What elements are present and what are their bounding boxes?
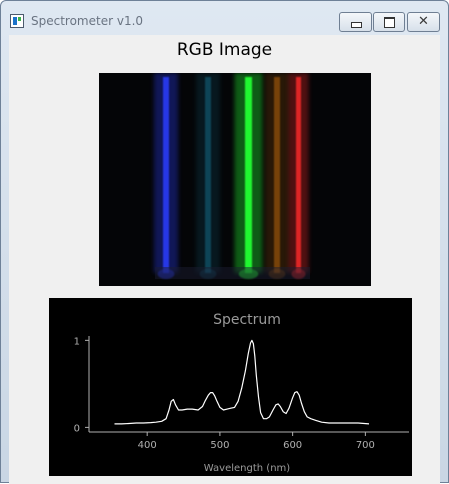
minimize-button[interactable] [339, 12, 372, 32]
app-icon[interactable] [10, 14, 24, 28]
rgb-image-title: RGB Image [176, 40, 273, 60]
spectrum-plot-panel: Spectrum 0 1 400 500 600 700 Wavelength (nm) [49, 298, 412, 476]
x-axis-label: Wavelength (nm) [204, 463, 290, 474]
close-icon: ✕ [418, 14, 429, 29]
y-tick-label: 0 [74, 423, 80, 434]
client-area: RGB Image Spectrum 0 1 400 500 600 700 Waveleng… [9, 35, 440, 484]
spectral-band [288, 73, 309, 279]
spectral-band [196, 73, 220, 279]
x-tick-label: 700 [356, 440, 375, 451]
maximize-button[interactable] [373, 12, 405, 32]
rgb-spectrum-image [99, 73, 371, 286]
chart-title: Spectrum [213, 312, 281, 328]
minimize-icon [351, 22, 362, 28]
spectral-band [154, 73, 178, 279]
title-bar[interactable]: Spectrometer v1.0 ✕ [1, 1, 448, 35]
x-tick-label: 600 [283, 440, 302, 451]
window-title: Spectrometer v1.0 [31, 14, 144, 28]
spectral-band [265, 73, 289, 279]
x-tick-label: 500 [210, 440, 229, 451]
maximize-icon [384, 17, 395, 28]
rgb-spectrum-graphic [154, 73, 310, 279]
y-tick-label: 1 [74, 336, 80, 347]
close-button[interactable]: ✕ [407, 12, 440, 32]
x-tick-label: 400 [138, 440, 157, 451]
spectral-band [234, 73, 263, 279]
spectrum-series-line [114, 339, 370, 425]
spectrum-chart: Spectrum 0 1 400 500 600 700 Wavelength (nm) [74, 312, 409, 474]
spectrometer-window: Spectrometer v1.0 ✕ RGB Image Spectrum 0 1… [0, 0, 449, 484]
